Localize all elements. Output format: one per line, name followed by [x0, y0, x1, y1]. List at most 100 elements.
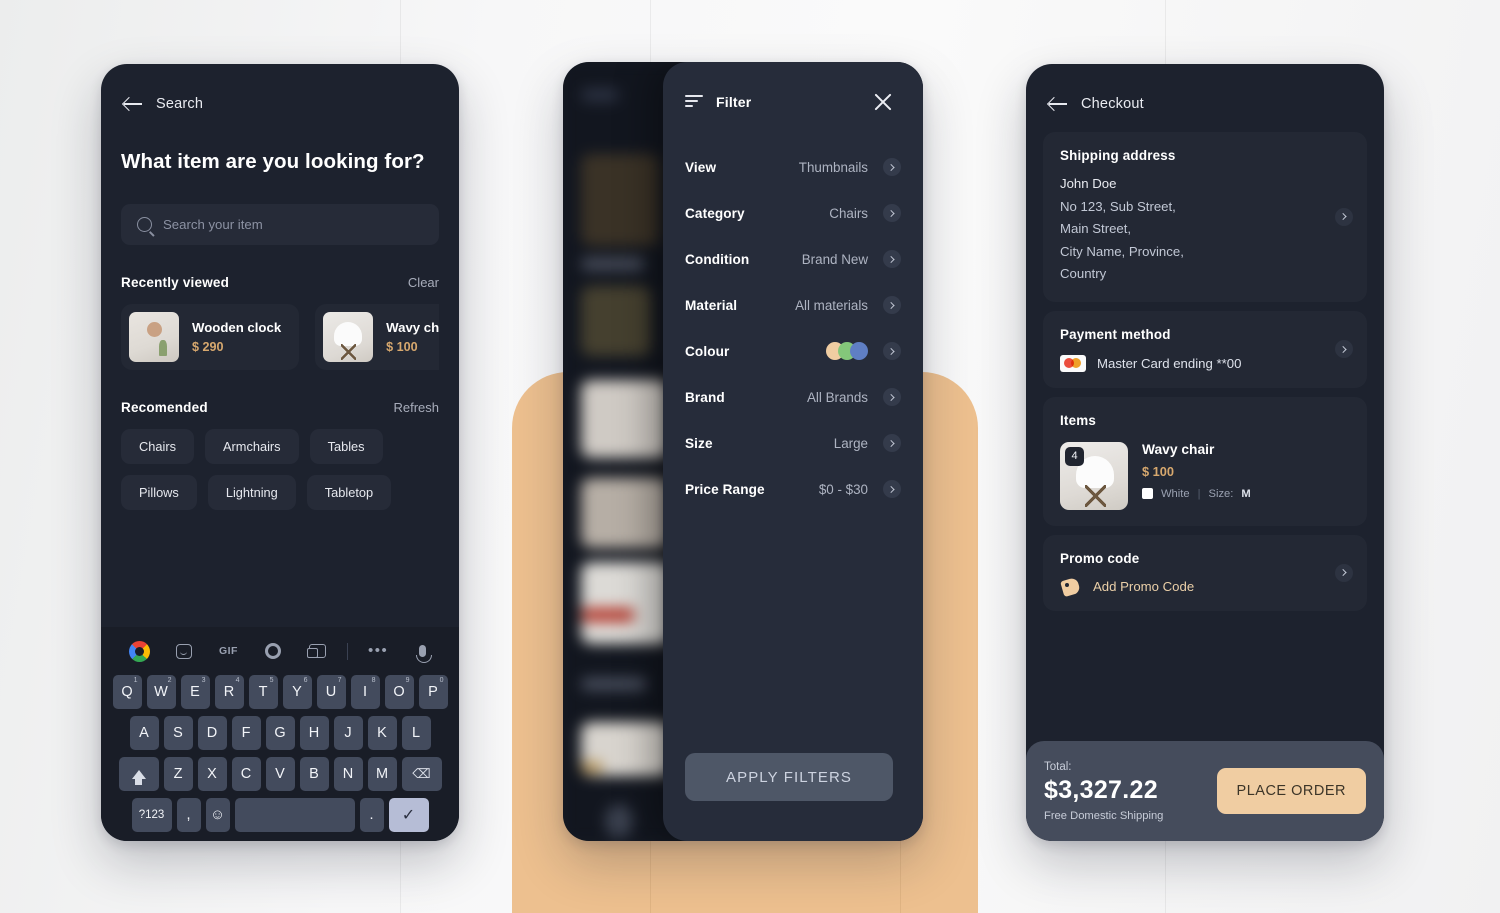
search-input[interactable]: Search your item [121, 204, 439, 245]
chip-tabletop[interactable]: Tabletop [306, 475, 392, 510]
key-b[interactable]: B [299, 757, 329, 791]
place-order-button[interactable]: PLACE ORDER [1216, 768, 1366, 814]
promo-code-row: Add Promo Code [1060, 576, 1350, 597]
product-price: $ 290 [192, 340, 224, 354]
filter-row-price-range[interactable]: Price Range $0 - $30 [685, 466, 901, 512]
key-s[interactable]: S [163, 716, 193, 750]
shipping-line-4: Country [1060, 266, 1107, 281]
key-m[interactable]: M [367, 757, 397, 791]
chevron-right-icon [1335, 207, 1353, 226]
search-icon [137, 217, 152, 232]
total-block: Total: $3,327.22 Free Domestic Shipping [1044, 761, 1163, 822]
keyboard-row-4: ?123 , ☺ . ✓ [107, 798, 453, 832]
filter-row-view[interactable]: View Thumbnails [685, 144, 901, 190]
sticker-icon-button[interactable] [162, 643, 207, 659]
filter-row-brand[interactable]: Brand All Brands [685, 374, 901, 420]
colour-swatches [826, 342, 868, 360]
add-promo-code-button[interactable]: Add Promo Code [1093, 579, 1194, 594]
key-t[interactable]: T5 [248, 675, 278, 709]
back-arrow-icon[interactable] [123, 94, 143, 114]
key-j[interactable]: J [333, 716, 363, 750]
key-y[interactable]: Y6 [282, 675, 312, 709]
search-screen: Search What item are you looking for? Se… [101, 64, 459, 841]
filter-row-colour[interactable]: Colour [685, 328, 901, 374]
chevron-right-icon [883, 434, 901, 452]
total-amount: $3,327.22 [1044, 775, 1158, 804]
key-x[interactable]: X [197, 757, 227, 791]
key-f[interactable]: F [231, 716, 261, 750]
chevron-right-icon [883, 342, 901, 360]
filter-label: Colour [685, 343, 730, 359]
key-w[interactable]: W2 [146, 675, 176, 709]
key-u[interactable]: U7 [316, 675, 346, 709]
filter-row-category[interactable]: Category Chairs [685, 190, 901, 236]
backspace-key[interactable]: ⌫ [401, 757, 442, 791]
shift-key[interactable] [118, 757, 159, 791]
check-icon: ✓ [401, 807, 416, 824]
key-n[interactable]: N [333, 757, 363, 791]
quantity-badge: 4 [1065, 446, 1084, 466]
gear-icon-button[interactable] [251, 643, 296, 659]
chip-chairs[interactable]: Chairs [121, 429, 194, 464]
key-k[interactable]: K [367, 716, 397, 750]
filter-screen: Filter View Thumbnails Category Chairs C… [563, 62, 923, 841]
key-l[interactable]: L [401, 716, 431, 750]
clipboard-icon-button[interactable] [295, 644, 340, 658]
keyboard-row-2: A S D F G H J K L [107, 716, 453, 750]
key-o[interactable]: O9 [384, 675, 414, 709]
google-icon-button[interactable] [117, 640, 162, 662]
numbers-key[interactable]: ?123 [131, 798, 172, 832]
list-item[interactable]: Wavy chair $ 100 [315, 304, 439, 370]
list-item[interactable]: 4 Wavy chair $ 100 White | Size: M [1060, 441, 1350, 510]
key-c[interactable]: C [231, 757, 261, 791]
close-icon[interactable] [873, 92, 893, 112]
key-i[interactable]: I8 [350, 675, 380, 709]
filter-sheet: Filter View Thumbnails Category Chairs C… [663, 62, 923, 841]
key-g[interactable]: G [265, 716, 295, 750]
key-q[interactable]: Q1 [112, 675, 142, 709]
chevron-right-icon [883, 388, 901, 406]
payment-method-card[interactable]: Payment method Master Card ending **00 [1043, 310, 1367, 388]
more-icon: ••• [368, 642, 389, 659]
gif-button[interactable]: GIF [206, 645, 251, 657]
apply-filters-button[interactable]: APPLY FILTERS [685, 753, 893, 801]
colour-swatch-white [1142, 488, 1153, 499]
comma-key[interactable]: , [176, 798, 201, 832]
key-d[interactable]: D [197, 716, 227, 750]
chevron-right-icon [883, 204, 901, 222]
emoji-key[interactable]: ☺ [205, 798, 230, 832]
filter-row-condition[interactable]: Condition Brand New [685, 236, 901, 282]
chip-tables[interactable]: Tables [309, 429, 383, 464]
chip-lightning[interactable]: Lightning [207, 475, 296, 510]
key-v[interactable]: V [265, 757, 295, 791]
keyboard-toolbar-divider [340, 642, 356, 660]
key-e[interactable]: E3 [180, 675, 210, 709]
items-title: Items [1060, 412, 1096, 428]
back-arrow-icon[interactable] [1048, 94, 1068, 114]
list-item[interactable]: Wooden clock $ 290 [121, 304, 300, 370]
key-h[interactable]: H [299, 716, 329, 750]
key-a[interactable]: A [129, 716, 159, 750]
shipping-address-text: John Doe No 123, Sub Street, Main Street… [1060, 173, 1350, 286]
more-icon-button[interactable]: ••• [356, 642, 401, 659]
key-p[interactable]: P0 [418, 675, 448, 709]
product-thumbnail: 4 [1060, 441, 1128, 510]
space-key[interactable] [234, 798, 355, 832]
filter-row-size[interactable]: Size Large [685, 420, 901, 466]
period-key[interactable]: . [359, 798, 384, 832]
filter-options-list: View Thumbnails Category Chairs Conditio… [663, 118, 923, 512]
chip-pillows[interactable]: Pillows [121, 475, 197, 510]
mic-icon-button[interactable] [400, 645, 445, 663]
filter-row-material[interactable]: Material All materials [685, 282, 901, 328]
promo-code-card[interactable]: Promo code Add Promo Code [1043, 534, 1367, 611]
enter-key[interactable]: ✓ [388, 798, 429, 832]
product-name: Wavy chair [386, 320, 439, 335]
shipping-address-card[interactable]: Shipping address John Doe No 123, Sub St… [1043, 132, 1367, 302]
chip-armchairs[interactable]: Armchairs [204, 429, 299, 464]
key-r[interactable]: R4 [214, 675, 244, 709]
clear-recent-button[interactable]: Clear [408, 275, 439, 290]
gear-icon [265, 643, 282, 659]
refresh-recommended-button[interactable]: Refresh [393, 400, 439, 415]
key-z[interactable]: Z [163, 757, 193, 791]
recommended-title: Recomended [121, 400, 208, 415]
